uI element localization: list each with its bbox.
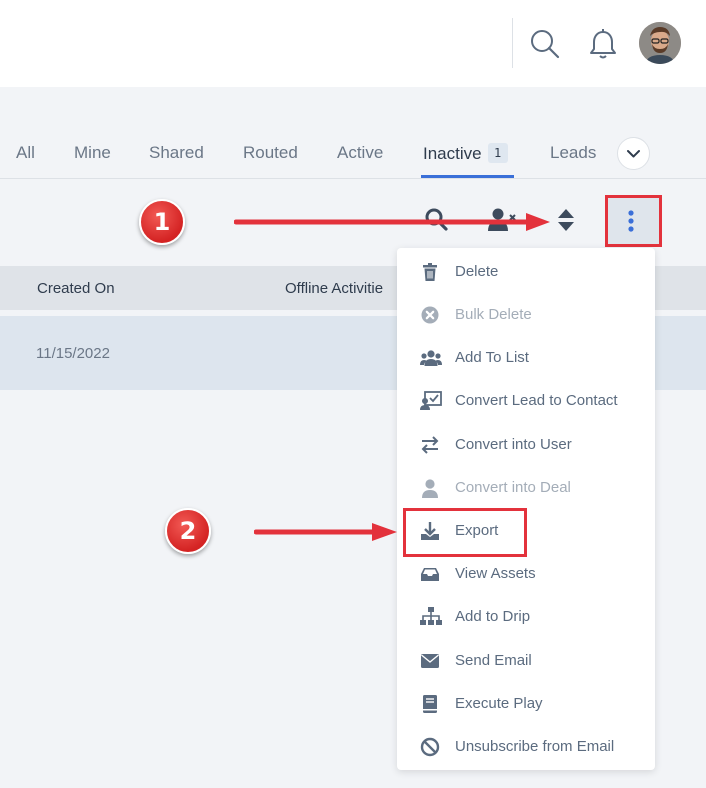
tabs-more-button[interactable]	[617, 137, 650, 170]
tab-active[interactable]: Active	[337, 143, 383, 163]
step-2-callout: 2	[165, 508, 211, 554]
tab-inactive-label: Inactive	[423, 144, 482, 163]
tab-shared[interactable]: Shared	[149, 143, 204, 163]
close-circle-icon	[421, 306, 439, 324]
sort-icon[interactable]	[556, 207, 576, 233]
tab-routed[interactable]: Routed	[243, 143, 298, 163]
bell-icon[interactable]	[587, 27, 619, 61]
chevron-down-icon	[627, 150, 640, 158]
menu-item-label: Send Email	[455, 652, 532, 669]
column-header-created-on[interactable]: Created On	[37, 280, 115, 297]
swap-icon	[421, 436, 439, 454]
column-header-offline-activities[interactable]: Offline Activitie	[285, 280, 383, 297]
menu-item-convert-into-user[interactable]: Convert into User	[397, 428, 655, 462]
menu-item-convert-lead-to-contact[interactable]: Convert Lead to Contact	[397, 384, 655, 418]
envelope-icon	[421, 654, 439, 668]
tab-count-badge: 1	[487, 143, 508, 163]
more-options-icon[interactable]	[626, 209, 636, 233]
search-icon[interactable]	[528, 27, 562, 61]
convert-contact-icon	[420, 391, 442, 410]
menu-item-label: Bulk Delete	[455, 306, 532, 323]
menu-item-unsubscribe-from-email[interactable]: Unsubscribe from Email	[397, 730, 655, 764]
sitemap-icon	[420, 607, 442, 625]
menu-item-label: Convert Lead to Contact	[455, 392, 618, 409]
ban-icon	[420, 737, 440, 757]
header-divider	[512, 18, 513, 68]
menu-item-label: Convert into Deal	[455, 479, 571, 496]
user-icon	[422, 479, 438, 498]
tab-all[interactable]: All	[16, 143, 35, 163]
step-2-arrow	[254, 523, 397, 541]
book-icon	[423, 695, 437, 713]
export-highlight	[403, 508, 527, 557]
menu-item-label: Delete	[455, 263, 499, 280]
tab-mine[interactable]: Mine	[74, 143, 111, 163]
tab-bar: All Mine Shared Routed Active Inactive 1 …	[0, 137, 706, 179]
menu-item-view-assets[interactable]: View Assets	[397, 557, 655, 591]
active-tab-indicator	[421, 175, 514, 178]
top-header	[0, 0, 706, 87]
menu-item-label: Add to Drip	[455, 608, 531, 625]
tab-leads[interactable]: Leads	[550, 143, 596, 163]
users-icon	[420, 350, 442, 366]
menu-item-label: Unsubscribe from Email	[455, 738, 615, 755]
menu-item-bulk-delete[interactable]: Bulk Delete	[397, 298, 655, 332]
menu-item-add-to-list[interactable]: Add To List	[397, 341, 655, 375]
menu-item-convert-into-deal[interactable]: Convert into Deal	[397, 471, 655, 505]
trash-icon	[423, 263, 437, 281]
menu-item-label: Add To List	[455, 349, 529, 366]
step-1-callout: 1	[139, 199, 185, 245]
menu-item-delete[interactable]: Delete	[397, 255, 655, 289]
menu-item-execute-play[interactable]: Execute Play	[397, 687, 655, 721]
avatar[interactable]	[639, 22, 681, 64]
menu-item-label: Execute Play	[455, 695, 543, 712]
step-1-arrow	[234, 213, 550, 231]
cell-created-on: 11/15/2022	[36, 345, 110, 362]
menu-item-label: Convert into User	[455, 436, 572, 453]
menu-item-send-email[interactable]: Send Email	[397, 644, 655, 678]
inbox-icon	[421, 568, 439, 581]
menu-item-add-to-drip[interactable]: Add to Drip	[397, 600, 655, 634]
tab-inactive[interactable]: Inactive 1	[423, 143, 508, 164]
menu-item-label: View Assets	[455, 565, 536, 582]
